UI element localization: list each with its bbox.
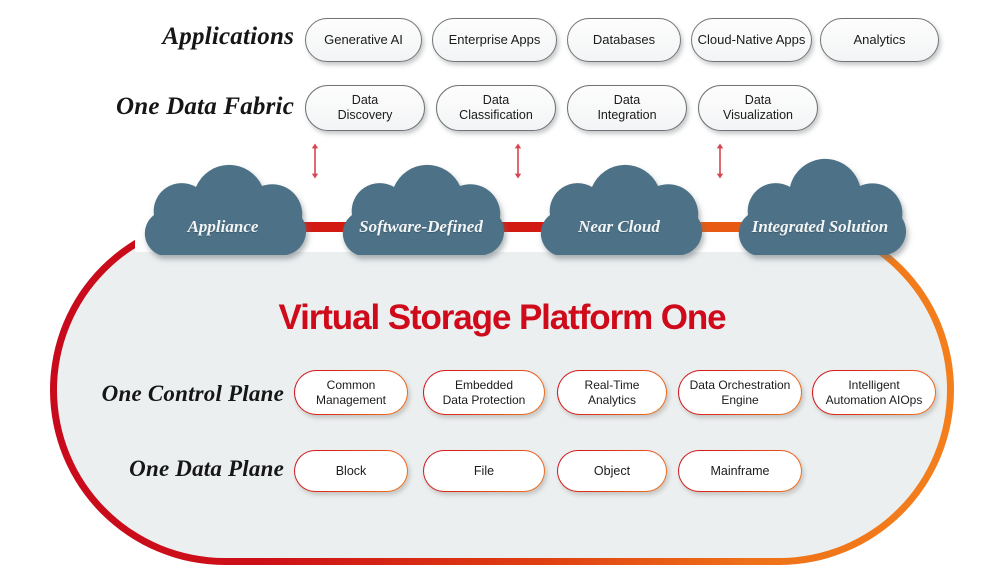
pill-label-line-1: Embedded [454,378,514,393]
pill-label: Generative AI [324,32,403,48]
bidirectional-arrow-1 [309,142,321,180]
cloud-integrated-solution[interactable]: Integrated Solution [732,158,908,268]
data-plane-pill-mainframe[interactable]: Mainframe [678,450,802,492]
pill-label-line-2: Analytics [587,392,637,407]
cloud-near-cloud[interactable]: Near Cloud [534,163,704,268]
control-plane-pill-real-time-analytics[interactable]: Real-Time Analytics [557,370,667,415]
pill-label: Enterprise Apps [448,32,541,48]
pill-label: Cloud-Native Apps [697,32,806,48]
cloud-label: Near Cloud [578,217,660,236]
data-fabric-row-label: One Data Fabric [116,93,294,120]
pill-label: Analytics [853,32,906,48]
cloud-label: Software-Defined [359,217,483,236]
bidirectional-arrow-3 [714,142,726,180]
pill-label: Databases [592,32,656,48]
pill-label-line-1: Real-Time [584,378,640,393]
pill-label-line-1: Data [351,93,379,108]
pill-label-line-2: Engine [721,392,759,407]
pill-label-line-1: Data [482,93,510,108]
data-plane-pill-object[interactable]: Object [557,450,667,492]
application-pill-databases[interactable]: Databases [567,18,681,62]
pill-label-line-2: Discovery [337,108,393,122]
pill-label-line-1: Intelligent [848,378,900,393]
pill-label-line-2: Integration [597,108,657,122]
pill-label: File [473,463,495,478]
applications-row-label: Applications [162,23,294,50]
application-pill-cloud-native-apps[interactable]: Cloud-Native Apps [691,18,812,62]
pill-label-line-2: Visualization [723,108,793,122]
control-plane-pill-data-orchestration-engine[interactable]: Data Orchestration Engine [678,370,802,415]
data-plane-pill-block[interactable]: Block [294,450,408,492]
fabric-pill-data-visualization[interactable]: Data Visualization [698,85,818,131]
cloud-label: Integrated Solution [751,217,889,236]
cloud-label: Appliance [187,217,259,236]
pill-label-line-1: Data [744,93,772,108]
fabric-pill-data-integration[interactable]: Data Integration [567,85,687,131]
fabric-pill-data-discovery[interactable]: Data Discovery [305,85,425,131]
diagram-canvas: Applications Generative AI Enterprise Ap… [0,0,1004,573]
control-plane-pill-intelligent-automation-aiops[interactable]: Intelligent Automation AIOps [812,370,936,415]
application-pill-enterprise-apps[interactable]: Enterprise Apps [432,18,557,62]
pill-label: Mainframe [710,463,770,478]
pill-label-line-2: Classification [459,108,533,122]
platform-title: Virtual Storage Platform One [278,298,727,337]
pill-label: Object [593,463,631,478]
pill-label-line-2: Management [315,392,387,407]
control-plane-pill-embedded-data-protection[interactable]: Embedded Data Protection [423,370,545,415]
pill-label-line-1: Data Orchestration [689,378,791,393]
fabric-pill-data-classification[interactable]: Data Classification [436,85,556,131]
data-plane-row-label: One Data Plane [129,456,284,481]
control-plane-row-label: One Control Plane [101,381,284,406]
data-plane-pill-file[interactable]: File [423,450,545,492]
application-pill-generative-ai[interactable]: Generative AI [305,18,422,62]
pill-label-line-1: Data [613,93,641,108]
application-pill-analytics[interactable]: Analytics [820,18,939,62]
pill-label-line-1: Common [326,378,376,393]
pill-label-line-2: Automation AIOps [825,392,923,407]
control-plane-pill-common-management[interactable]: Common Management [294,370,408,415]
cloud-software-defined[interactable]: Software-Defined [336,163,506,268]
cloud-appliance[interactable]: Appliance [138,163,308,268]
bidirectional-arrow-2 [512,142,524,180]
pill-label-line-2: Data Protection [442,392,526,407]
pill-label: Block [335,463,367,478]
